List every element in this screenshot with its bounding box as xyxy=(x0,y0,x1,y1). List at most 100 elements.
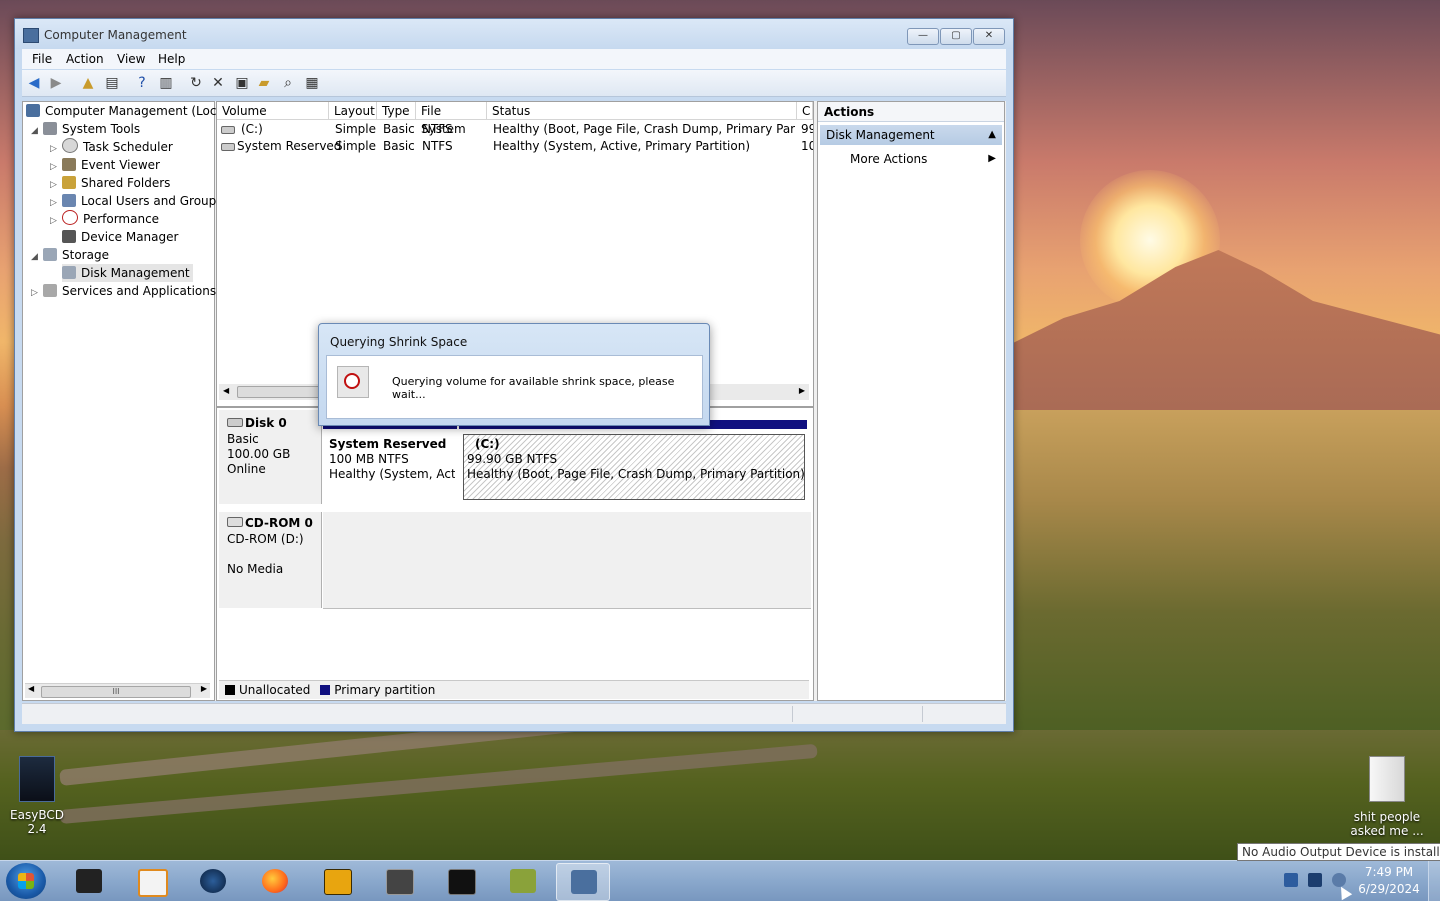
column-header-status[interactable]: Status xyxy=(487,102,797,120)
back-arrow-icon[interactable]: ◀ xyxy=(24,73,44,93)
cell-layout: Simple xyxy=(335,122,376,136)
tree-item-disk-management[interactable]: Disk Management xyxy=(62,264,193,282)
up-folder-icon[interactable]: ▲ xyxy=(78,73,98,93)
collapsed-arrow-icon[interactable]: ▷ xyxy=(31,284,43,302)
scroll-right-icon[interactable]: ▶ xyxy=(201,684,207,693)
tree-item-performance[interactable]: ▷ Performance xyxy=(50,210,159,228)
tree-item-task-scheduler[interactable]: ▷ Task Scheduler xyxy=(50,138,173,156)
cdrom-name: CD-ROM 0 xyxy=(245,516,313,530)
tree-item-storage[interactable]: ◢ Storage xyxy=(31,246,109,264)
taskbar-app-console[interactable] xyxy=(434,863,486,899)
scrollbar-thumb[interactable]: III xyxy=(41,686,191,698)
network-icon[interactable] xyxy=(1308,873,1322,887)
menu-view[interactable]: View xyxy=(117,52,145,66)
tree-item-device-manager[interactable]: Device Manager xyxy=(50,228,178,246)
show-hide-action-pane-icon[interactable]: ▥ xyxy=(156,73,176,93)
taskbar-app-browser[interactable] xyxy=(186,863,238,899)
firefox-icon xyxy=(262,869,288,893)
menu-action[interactable]: Action xyxy=(66,52,104,66)
disk-legend: Unallocated Primary partition xyxy=(219,680,809,699)
open-folder-icon[interactable]: ▰ xyxy=(254,73,274,93)
event-viewer-icon xyxy=(62,158,76,171)
menu-file[interactable]: File xyxy=(32,52,52,66)
cell-layout: Simple xyxy=(335,139,376,153)
taskbar-app-de[interactable] xyxy=(310,863,362,899)
partition-c[interactable]: (C:) 99.90 GB NTFS Healthy (Boot, Page F… xyxy=(459,420,807,504)
forward-arrow-icon[interactable]: ▶ xyxy=(46,73,66,93)
action-center-flag-icon[interactable] xyxy=(1284,873,1298,887)
tree-item-services[interactable]: ▷ Services and Applications xyxy=(31,282,216,300)
more-actions-item[interactable]: More Actions ▶ xyxy=(820,149,1002,169)
performance-icon xyxy=(62,210,78,225)
disk-type: Basic xyxy=(227,432,259,446)
partition-status: Healthy (System, Active xyxy=(329,467,455,481)
tree-horizontal-scrollbar[interactable]: ◀ III ▶ xyxy=(25,683,210,698)
tree-item-root[interactable]: Computer Management (Local xyxy=(26,102,227,120)
search-icon[interactable]: ⌕ xyxy=(278,73,298,93)
cdrom-0-label[interactable]: CD-ROM 0 CD-ROM (D:) No Media xyxy=(219,512,322,608)
title-bar[interactable]: Computer Management — ▢ ✕ xyxy=(15,19,1013,49)
volume-drive-icon xyxy=(221,143,235,151)
column-header-capacity[interactable]: C xyxy=(797,102,813,120)
expanded-arrow-icon[interactable]: ◢ xyxy=(31,122,43,140)
querying-shrink-space-dialog[interactable]: Querying Shrink Space Querying volume fo… xyxy=(318,323,710,426)
dialog-title: Querying Shrink Space xyxy=(330,335,468,349)
console-icon xyxy=(448,869,476,895)
navigation-tree[interactable]: Computer Management (Local ◢ System Tools… xyxy=(22,101,227,701)
cdrom-media: No Media xyxy=(227,562,284,576)
column-header-type[interactable]: Type xyxy=(377,102,416,120)
taskbar-app-windows[interactable] xyxy=(372,863,424,899)
minimize-button[interactable]: — xyxy=(907,28,939,45)
hard-disk-icon xyxy=(227,418,243,427)
taskbar-app-dosbox[interactable] xyxy=(496,863,548,899)
column-header-file-system[interactable]: File System xyxy=(416,102,487,136)
desktop-icon-document[interactable]: shit people asked me ... xyxy=(1350,756,1424,838)
actions-section-disk-management[interactable]: Disk Management ▲ xyxy=(820,125,1002,145)
scroll-left-icon[interactable]: ◀ xyxy=(223,386,229,395)
column-header-volume[interactable]: Volume xyxy=(217,102,329,120)
settings-icon[interactable]: ▦ xyxy=(302,73,322,93)
taskbar-app-computer-management[interactable] xyxy=(556,863,610,901)
disk-management-icon xyxy=(62,266,76,279)
partition-size: 99.90 GB NTFS xyxy=(467,452,558,466)
tree-item-shared-folders[interactable]: ▷ Shared Folders xyxy=(50,174,170,192)
scroll-right-icon[interactable]: ▶ xyxy=(799,386,805,395)
dosbox-icon xyxy=(510,869,536,893)
taskbar-app-terminal[interactable] xyxy=(62,863,114,899)
windows-logo-icon xyxy=(18,873,34,889)
taskbar-clock[interactable]: 7:49 PM 6/29/2024 xyxy=(1356,864,1422,898)
refresh-icon[interactable]: ↻ xyxy=(186,73,206,93)
taskbar-app-firefox[interactable] xyxy=(248,863,300,899)
column-header-layout[interactable]: Layout xyxy=(329,102,377,120)
collapse-arrow-icon[interactable]: ▲ xyxy=(988,125,996,145)
legend-unallocated: Unallocated xyxy=(239,683,311,697)
cdrom-icon xyxy=(227,517,243,527)
submenu-arrow-icon: ▶ xyxy=(988,153,996,164)
desktop-icon-label: EasyBCD 2.4 xyxy=(10,808,64,836)
delete-icon[interactable]: ✕ xyxy=(208,73,228,93)
maximize-button[interactable]: ▢ xyxy=(940,28,972,45)
help-icon[interactable]: ? xyxy=(132,73,152,93)
disk-0-label[interactable]: Disk 0 Basic 100.00 GB Online xyxy=(219,410,322,504)
cell-file-system: NTFS xyxy=(422,122,453,136)
properties-icon[interactable]: ▣ xyxy=(232,73,252,93)
menu-help[interactable]: Help xyxy=(158,52,185,66)
taskbar-app-media-player[interactable] xyxy=(124,863,176,899)
volume-drive-icon xyxy=(221,126,235,134)
tree-item-event-viewer[interactable]: ▷ Event Viewer xyxy=(50,156,160,174)
partition-system-reserved[interactable]: System Reserved 100 MB NTFS Healthy (Sys… xyxy=(323,420,457,504)
wait-icon xyxy=(337,366,369,398)
show-hide-tree-icon[interactable]: ▤ xyxy=(102,73,122,93)
close-button[interactable]: ✕ xyxy=(973,28,1005,45)
scroll-left-icon[interactable]: ◀ xyxy=(28,684,34,693)
media-player-icon xyxy=(138,869,168,897)
disk-graphical-view[interactable]: Disk 0 Basic 100.00 GB Online System Res… xyxy=(216,407,814,701)
stacked-windows-icon xyxy=(386,869,414,895)
start-button[interactable] xyxy=(6,863,46,899)
terminal-icon xyxy=(76,869,102,893)
tree-item-system-tools[interactable]: ◢ System Tools xyxy=(31,120,140,138)
show-desktop-button[interactable] xyxy=(1428,861,1440,901)
desktop-icon-easybcd[interactable]: EasyBCD 2.4 xyxy=(2,756,72,836)
expanded-arrow-icon[interactable]: ◢ xyxy=(31,248,43,266)
tree-item-local-users[interactable]: ▷ Local Users and Groups xyxy=(50,192,223,210)
